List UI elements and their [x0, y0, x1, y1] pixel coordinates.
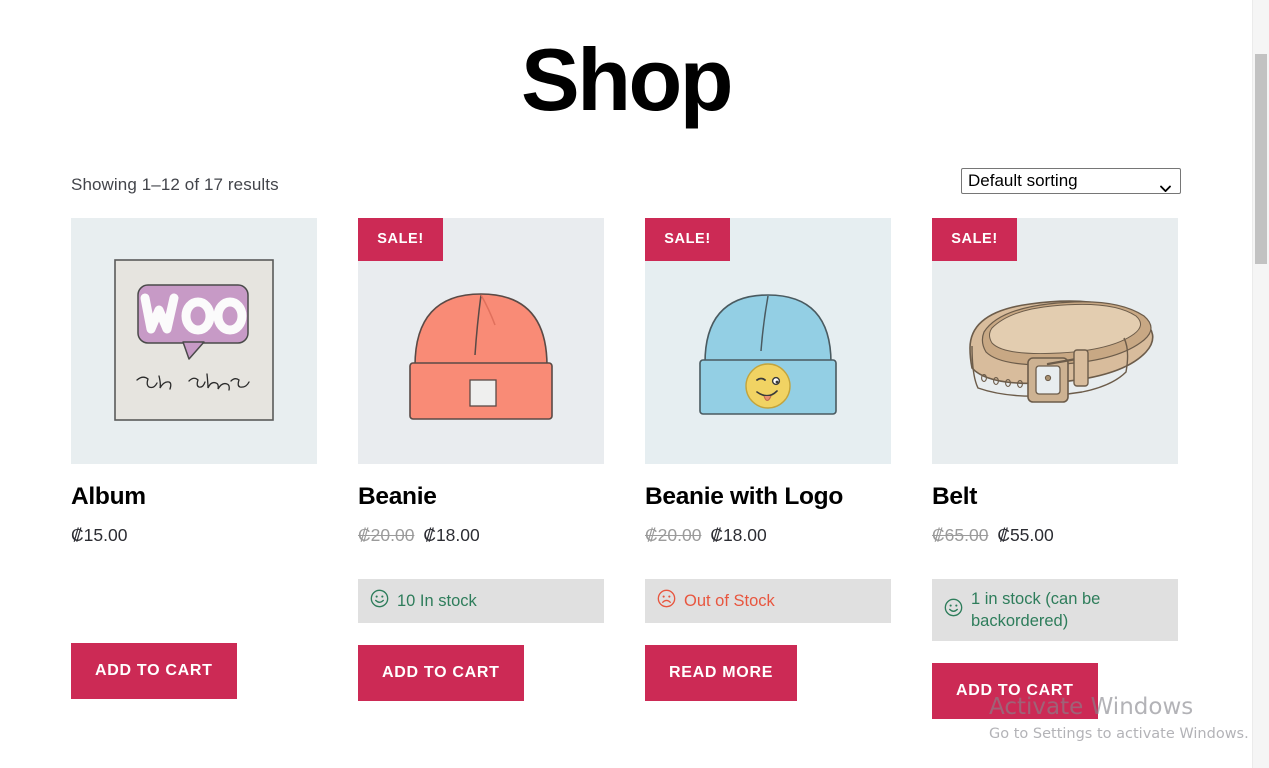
stock-text: 1 in stock (can be backordered)	[971, 589, 1101, 631]
smiley-face-icon	[944, 598, 963, 622]
stock-text: Out of Stock	[684, 592, 775, 610]
product-price: ₡65.00 ₡55.00	[932, 524, 1178, 547]
product-card[interactable]: Album ₡15.00 ADD TO CART	[71, 218, 317, 700]
product-price: ₡20.00 ₡18.00	[645, 524, 891, 547]
album-cover-image	[71, 218, 317, 464]
product-price: ₡15.00	[71, 524, 317, 547]
product-card[interactable]: SALE! Beanie ₡20.00 ₡18.00 10 In stock A…	[358, 218, 604, 702]
stock-text: 10 In stock	[397, 592, 477, 610]
sale-badge: SALE!	[932, 218, 1017, 261]
frowny-face-icon	[657, 589, 676, 613]
product-action-slot: ADD TO CART	[71, 643, 317, 700]
product-title[interactable]: Belt	[932, 482, 1178, 511]
price-regular: ₡20.00	[645, 525, 702, 546]
smiley-face-icon	[370, 589, 389, 613]
product-card[interactable]: SALE! Belt ₡65.00 ₡55.00 1 in stock (can…	[932, 218, 1178, 720]
price-regular: ₡65.00	[932, 525, 989, 546]
sale-badge: SALE!	[645, 218, 730, 261]
price-regular: ₡20.00	[358, 525, 415, 546]
read-more-button[interactable]: READ MORE	[645, 645, 798, 702]
product-action-slot: ADD TO CART	[358, 645, 604, 702]
stock-status: 10 In stock	[358, 579, 604, 624]
product-card[interactable]: SALE! Beanie with Logo ₡20.00 ₡18.00 Out…	[645, 218, 891, 702]
browser-viewport: Shop Showing 1–12 of 17 results Default …	[0, 0, 1269, 768]
product-thumbnail[interactable]: SALE!	[645, 218, 891, 464]
product-title[interactable]: Beanie	[358, 482, 604, 511]
price-current: ₡15.00	[71, 525, 128, 546]
orderby-select[interactable]: Default sorting	[961, 168, 1181, 194]
product-thumbnail[interactable]: SALE!	[932, 218, 1178, 464]
price-current: ₡18.00	[710, 525, 767, 546]
vertical-scrollbar[interactable]	[1252, 0, 1269, 768]
product-thumbnail[interactable]	[71, 218, 317, 464]
result-count: Showing 1–12 of 17 results	[71, 175, 279, 194]
shop-toolbar: Showing 1–12 of 17 results Default sorti…	[71, 168, 1181, 206]
sale-badge: SALE!	[358, 218, 443, 261]
stock-status: Out of Stock	[645, 579, 891, 624]
product-title[interactable]: Beanie with Logo	[645, 482, 891, 511]
product-action-slot: READ MORE	[645, 645, 891, 702]
product-grid: Album ₡15.00 ADD TO CART SALE! Beanie ₡2…	[71, 206, 1181, 720]
price-current: ₡55.00	[997, 525, 1054, 546]
product-thumbnail[interactable]: SALE!	[358, 218, 604, 464]
add-to-cart-button[interactable]: ADD TO CART	[932, 663, 1098, 720]
product-price: ₡20.00 ₡18.00	[358, 524, 604, 547]
add-to-cart-button[interactable]: ADD TO CART	[71, 643, 237, 700]
scrollbar-thumb[interactable]	[1255, 54, 1267, 264]
stock-status: 1 in stock (can be backordered)	[932, 579, 1178, 642]
page-title: Shop	[521, 30, 733, 129]
ordering-form: Default sorting	[961, 168, 1181, 194]
shop-container: Showing 1–12 of 17 results Default sorti…	[71, 124, 1181, 720]
add-to-cart-button[interactable]: ADD TO CART	[358, 645, 524, 702]
product-title[interactable]: Album	[71, 482, 317, 511]
price-current: ₡18.00	[423, 525, 480, 546]
shop-page: Shop Showing 1–12 of 17 results Default …	[0, 0, 1252, 768]
product-action-slot: ADD TO CART	[932, 663, 1178, 720]
orderby-selected-value: Default sorting	[968, 171, 1078, 190]
chevron-down-icon	[1160, 178, 1171, 192]
stock-spacer	[71, 547, 317, 621]
